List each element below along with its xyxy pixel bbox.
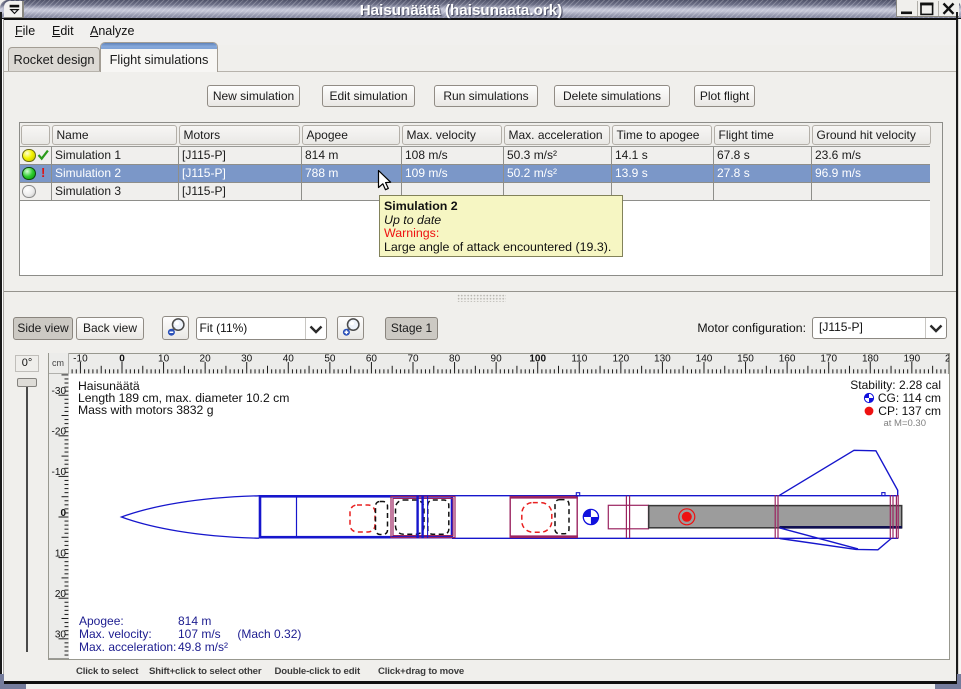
svg-text:0: 0 [60, 508, 66, 519]
svg-text:10: 10 [158, 354, 170, 365]
svg-text:90: 90 [491, 354, 503, 365]
svg-text:200: 200 [945, 354, 961, 365]
svg-text:80: 80 [449, 354, 461, 365]
svg-text:50: 50 [324, 354, 336, 365]
svg-text:130: 130 [654, 354, 671, 365]
svg-text:70: 70 [407, 354, 419, 365]
svg-text:40: 40 [283, 354, 295, 365]
svg-text:60: 60 [366, 354, 378, 365]
svg-text:20: 20 [200, 354, 212, 365]
svg-text:100: 100 [529, 354, 546, 365]
svg-text:0: 0 [119, 354, 125, 365]
svg-text:160: 160 [779, 354, 796, 365]
svg-text:-10: -10 [52, 467, 67, 478]
svg-text:120: 120 [612, 354, 629, 365]
svg-text:30: 30 [241, 354, 253, 365]
svg-text:-10: -10 [73, 354, 88, 365]
svg-text:-30: -30 [52, 386, 67, 397]
svg-text:20: 20 [55, 589, 67, 600]
svg-text:110: 110 [571, 354, 587, 365]
svg-text:170: 170 [820, 354, 837, 365]
svg-text:190: 190 [903, 354, 920, 365]
svg-text:10: 10 [55, 548, 67, 559]
svg-text:-20: -20 [52, 427, 67, 438]
svg-text:140: 140 [696, 354, 713, 365]
svg-text:150: 150 [737, 354, 754, 365]
svg-text:30: 30 [55, 630, 67, 641]
svg-text:180: 180 [862, 354, 879, 365]
